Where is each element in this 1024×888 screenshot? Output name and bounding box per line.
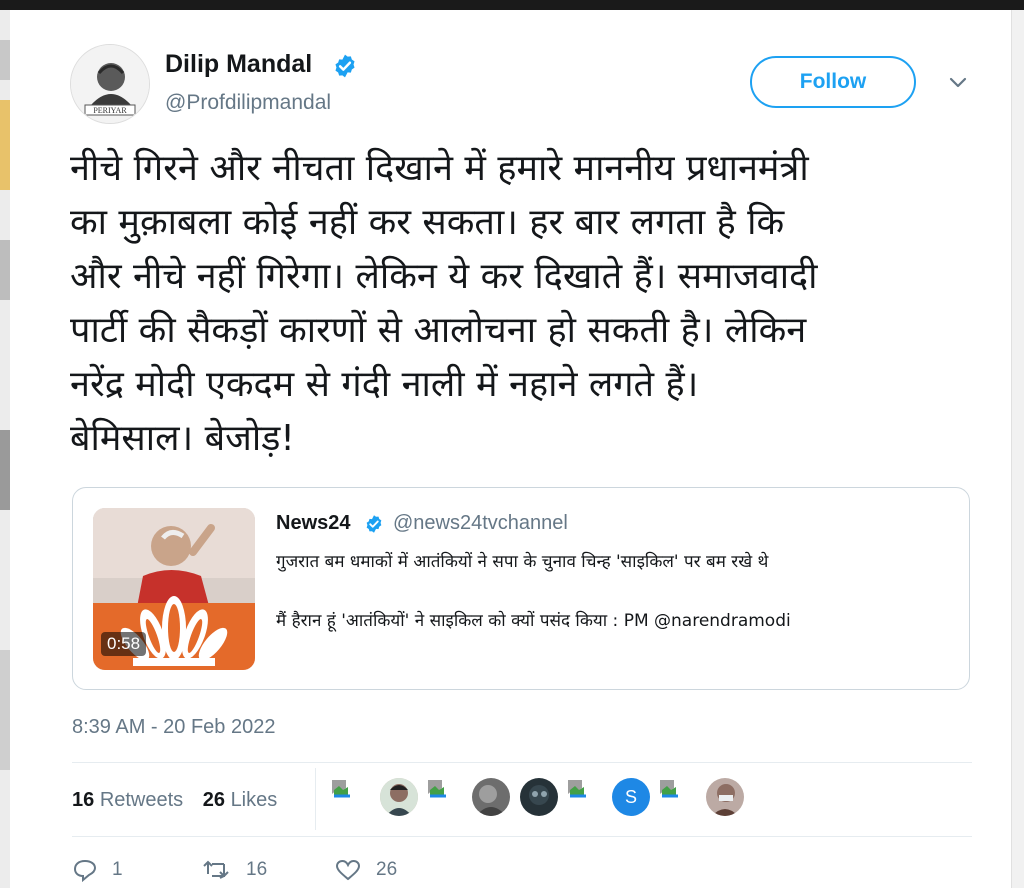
liker-avatar[interactable] [426, 778, 464, 816]
tweet-text-line: पार्टी की सैकड़ों कारणों से आलोचना हो सक… [70, 310, 807, 351]
video-thumbnail[interactable]: 0:58 [93, 508, 255, 670]
scrollbar[interactable] [1011, 10, 1024, 888]
liker-initial: S [624, 786, 637, 807]
like-button[interactable]: 26 [334, 858, 397, 882]
svg-text:PERIYAR: PERIYAR [93, 106, 127, 115]
quoted-author-name[interactable]: News24 [276, 512, 351, 535]
quoted-tweet-text: गुजरात बम धमाकों में आतंकियों ने सपा के … [276, 552, 769, 572]
liker-avatar[interactable] [520, 778, 558, 816]
author-handle[interactable]: @Profdilipmandal [165, 91, 331, 115]
liker-photo [706, 778, 744, 816]
divider [72, 762, 972, 763]
engagement-stats: 16 Retweets 26 Likes [72, 789, 291, 812]
tweet-timestamp[interactable]: 8:39 AM - 20 Feb 2022 [72, 716, 275, 739]
liker-photo [380, 778, 418, 816]
liker-avatar[interactable] [566, 778, 604, 816]
retweets-stat[interactable]: 16 Retweets [72, 789, 183, 811]
liker-avatar[interactable] [706, 778, 744, 816]
quoted-tweet-text: मैं हैरान हूं 'आतंकियों' ने साइकिल को क्… [276, 611, 791, 631]
reply-button[interactable]: 1 [72, 858, 123, 882]
liker-avatar[interactable]: S [612, 778, 650, 816]
video-duration: 0:58 [101, 632, 147, 656]
like-icon [335, 859, 361, 881]
likes-stat[interactable]: 26 Likes [203, 789, 278, 811]
liker-avatar[interactable] [380, 778, 418, 816]
avatar-image: PERIYAR [71, 45, 149, 123]
liker-photo [520, 778, 558, 816]
liker-photo [472, 778, 510, 816]
liker-avatar[interactable] [330, 778, 368, 816]
broken-image-icon [332, 780, 350, 798]
tweet-text-line: बेमिसाल। बेजोड़! [70, 418, 295, 459]
verified-icon [366, 515, 382, 533]
liker-avatar[interactable] [658, 778, 696, 816]
tweet-text-line: और नीचे नहीं गिरेगा। लेकिन ये कर दिखाते … [70, 256, 818, 297]
likes-count: 26 [202, 789, 225, 811]
divider [72, 836, 972, 837]
top-bar [0, 0, 1024, 10]
retweets-label: Retweets [99, 789, 184, 811]
reply-count: 1 [112, 859, 123, 880]
tweet-text-line: नीचे गिरने और नीचता दिखाने में हमारे मान… [70, 148, 809, 189]
quoted-author-handle[interactable]: @news24tvchannel [393, 512, 568, 535]
retweets-count: 16 [72, 789, 95, 811]
divider [315, 768, 316, 830]
verified-icon [335, 54, 355, 78]
like-count: 26 [376, 859, 398, 880]
follow-button[interactable]: Follow [750, 56, 916, 108]
tweet-text-line: का मुक़ाबला कोई नहीं कर सकता। हर बार लगत… [70, 202, 785, 243]
avatar[interactable]: PERIYAR [70, 44, 150, 124]
quoted-tweet-card[interactable]: 0:58 News24 @news24tvchannel गुजरात बम ध… [72, 487, 970, 690]
reply-icon [73, 859, 97, 882]
chevron-down-icon[interactable] [948, 76, 968, 90]
author-name[interactable]: Dilip Mandal [165, 50, 312, 79]
tweet-text: नीचे गिरने और नीचता दिखाने में हमारे मान… [70, 142, 970, 466]
retweet-button[interactable]: 16 [202, 858, 267, 882]
retweet-count: 16 [246, 859, 268, 880]
likes-label: Likes [230, 789, 278, 811]
left-background-strip [0, 10, 10, 888]
broken-image-icon [568, 780, 586, 798]
broken-image-icon [660, 780, 678, 798]
retweet-icon [203, 860, 229, 879]
broken-image-icon [428, 780, 446, 798]
liker-avatar[interactable] [472, 778, 510, 816]
tweet-text-line: नरेंद्र मोदी एकदम से गंदी नाली में नहाने… [70, 364, 699, 405]
